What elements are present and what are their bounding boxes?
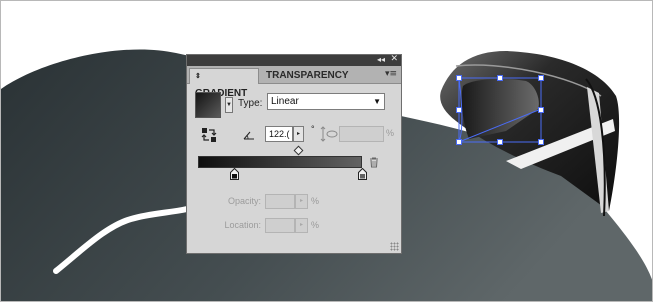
tab-transparency-label: TRANSPARENCY [266,70,349,81]
gradient-panel[interactable]: ◂◂ ✕ ⇕ GRADIENT TRANSPARENCY ▾≡ ▼ Type: … [186,54,402,254]
tab-gradient[interactable]: ⇕ GRADIENT [189,68,259,99]
panel-tabs: ⇕ GRADIENT TRANSPARENCY ▾≡ [187,66,401,99]
gradient-slider[interactable] [198,156,362,168]
degree-symbol: ° [311,124,315,134]
type-label: Type: [238,98,263,109]
gradient-stop-left[interactable] [230,168,239,180]
angle-stepper[interactable]: ▸ [293,126,304,142]
collapse-panel-icon[interactable]: ◂◂ [377,54,385,65]
close-panel-icon[interactable]: ✕ [390,54,398,65]
angle-input[interactable]: 122.( [265,126,293,142]
opacity-stepper: ▸ [295,194,308,209]
midpoint-diamond-icon[interactable] [293,145,304,156]
aspect-ratio-icon [320,126,338,142]
panel-titlebar[interactable]: ◂◂ ✕ [187,54,401,66]
location-stepper: ▸ [295,218,308,233]
trash-icon[interactable] [369,157,379,168]
tab-transparency[interactable]: TRANSPARENCY [261,68,353,84]
aspect-ratio-input [339,126,384,142]
location-input [265,218,295,233]
gradient-stop-right[interactable] [358,168,367,180]
tab-collapse-caret-icon[interactable]: ⇕ [195,73,201,80]
resize-grip-icon[interactable] [390,242,399,251]
type-select[interactable]: Linear ▼ [267,93,385,110]
opacity-label: Opacity: [227,196,261,206]
panel-menu-icon[interactable]: ▾≡ [385,69,397,79]
gradient-swatch[interactable] [195,92,221,118]
aspect-ratio-percent: % [386,128,395,138]
opacity-input [265,194,295,209]
angle-icon [243,131,254,140]
opacity-percent: % [311,196,320,206]
type-select-value: Linear [271,96,299,107]
chevron-down-icon: ▼ [373,97,381,106]
reverse-gradient-icon[interactable] [201,127,217,143]
location-label: Location: [224,220,261,230]
swatch-dropdown-arrow-icon[interactable]: ▼ [225,97,233,113]
location-percent: % [311,220,320,230]
